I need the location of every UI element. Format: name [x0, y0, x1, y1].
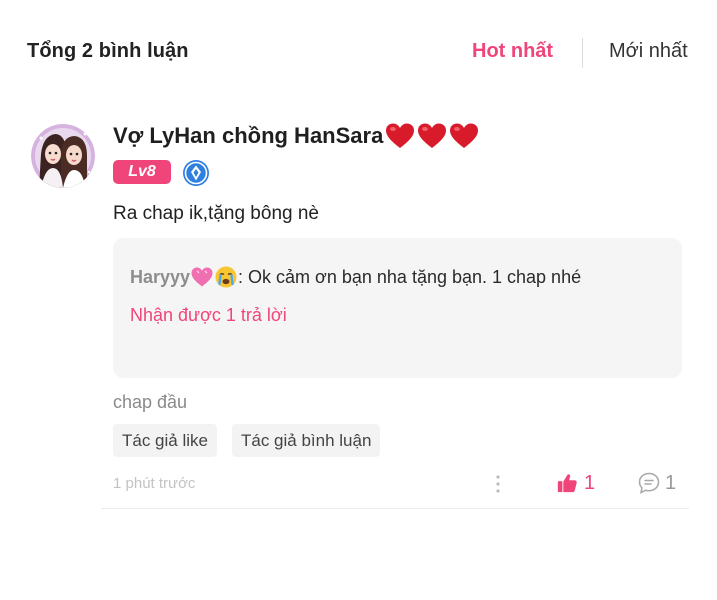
tag-author-commented: Tác giả bình luận — [232, 424, 381, 457]
comment-text: Ra chap ik,tặng bông nè — [113, 203, 319, 224]
username-hearts — [385, 122, 481, 150]
more-options-button[interactable] — [488, 472, 508, 496]
reply-button[interactable]: 1 — [637, 470, 676, 496]
comment-divider — [101, 508, 689, 509]
comment-total-label: Tổng 2 bình luận — [27, 40, 189, 62]
verified-badge-icon — [182, 159, 210, 187]
chapter-label: chap đầu — [113, 392, 188, 412]
reply-count: 1 — [665, 471, 677, 494]
heart-icon — [418, 123, 447, 148]
avatar-image — [31, 124, 95, 188]
heart-icon — [386, 123, 415, 148]
reply-text: : Ok cảm ơn bạn nha tặng bạn. 1 chap nhé — [238, 266, 582, 287]
pink-heart-emoji-icon — [191, 267, 213, 287]
more-vertical-icon — [496, 475, 500, 493]
comment-bubble-icon — [638, 472, 660, 494]
crying-face-emoji-icon — [215, 266, 237, 288]
reply-preview-line: Haryyy : Ok cảm ơn bạn nha tặng bạn. 1 c… — [130, 265, 581, 289]
like-count: 1 — [584, 471, 596, 494]
avatar[interactable] — [31, 124, 95, 188]
level-badge: Lv8 — [113, 160, 171, 184]
tag-author-liked: Tác giả like — [113, 424, 217, 457]
reply-author[interactable]: Haryyy — [130, 267, 190, 288]
comment-timestamp: 1 phút trước — [113, 475, 196, 492]
reply-count-link[interactable]: Nhận được 1 trả lời — [130, 305, 287, 326]
comment-username[interactable]: Vợ LyHan chồng HanSara — [113, 122, 481, 150]
heart-icon — [450, 123, 479, 148]
sort-new-tab[interactable]: Mới nhất — [609, 40, 688, 63]
sort-hot-tab[interactable]: Hot nhất — [472, 40, 553, 63]
like-button[interactable]: 1 — [556, 470, 595, 496]
comments-header: Tổng 2 bình luận Hot nhất Mới nhất — [0, 0, 717, 100]
thumbs-up-icon — [557, 474, 577, 493]
comments-page: Tổng 2 bình luận Hot nhất Mới nhất Vợ Ly… — [0, 0, 717, 600]
reply-preview-box[interactable]: Haryyy : Ok cảm ơn bạn nha tặng bạn. 1 c… — [113, 238, 682, 378]
username-text: Vợ LyHan chồng HanSara — [113, 123, 384, 148]
sort-divider — [582, 38, 583, 68]
